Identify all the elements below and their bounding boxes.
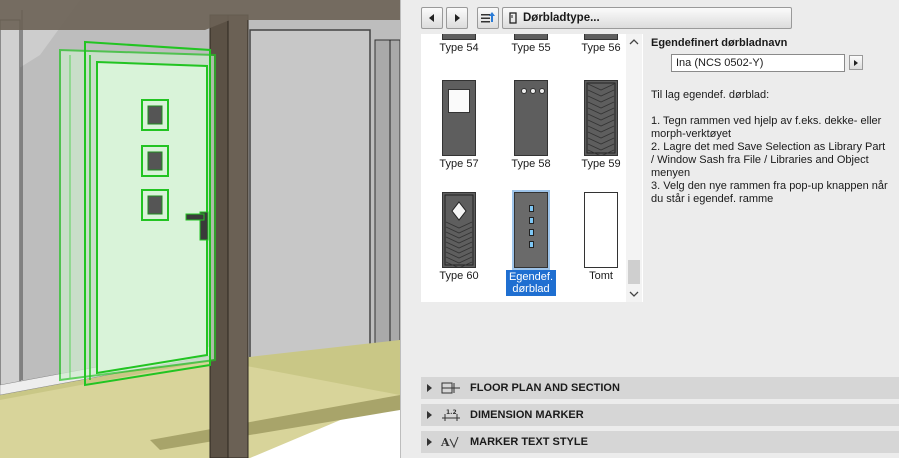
svg-text:A: A <box>440 436 450 449</box>
door-leaf-thumbnail[interactable]: Type 59 <box>567 80 635 170</box>
section-label: FLOOR PLAN AND SECTION <box>470 382 620 394</box>
door-leaf-thumbnail[interactable]: Type 58 <box>497 80 565 170</box>
door-leaf-preview <box>584 192 618 268</box>
section-floor-plan-and-section[interactable]: FLOOR PLAN AND SECTION <box>421 377 899 399</box>
door-leaf-preview <box>442 34 476 40</box>
door-leaf-label: Type 55 <box>511 42 551 54</box>
play-arrow-icon <box>854 59 858 66</box>
page-title: Dørbladtype... <box>523 11 600 24</box>
settings-list-icon <box>481 11 495 22</box>
door-leaf-preview <box>514 34 548 40</box>
door-leaf-thumbnail[interactable]: Type 60 <box>425 192 493 282</box>
custom-door-name-label: Egendefinert dørbladnavn <box>651 37 788 49</box>
custom-door-name-popup-button[interactable] <box>849 55 863 70</box>
section-marker-text-style[interactable]: A MARKER TEXT STYLE <box>421 431 899 453</box>
door-leaf-label: Type 60 <box>439 270 479 282</box>
3d-viewport[interactable] <box>0 0 400 458</box>
svg-text:1.2: 1.2 <box>446 409 457 416</box>
door-leaf-preview <box>514 80 548 156</box>
door-leaf-thumbnail[interactable]: Type 54 <box>425 34 493 54</box>
gallery-scrollbar[interactable] <box>626 34 642 302</box>
door-leaf-preview <box>442 80 476 156</box>
scroll-up-icon[interactable] <box>629 38 639 46</box>
door-leaf-thumbnail[interactable]: Type 55 <box>497 34 565 54</box>
expand-caret-icon[interactable] <box>427 438 432 446</box>
door-leaf-preview <box>512 190 550 270</box>
chevron-right-icon <box>455 13 460 22</box>
panel-toolbar: Dørbladtype... <box>421 6 792 29</box>
instructions-text: Til lag egendef. dørblad: 1. Tegn rammen… <box>651 89 888 205</box>
door-leaf-preview <box>584 80 618 156</box>
door-leaf-icon <box>509 11 517 24</box>
previous-page-button[interactable] <box>421 6 443 29</box>
page-selector[interactable]: Dørbladtype... <box>502 6 792 29</box>
expand-caret-icon[interactable] <box>427 384 432 392</box>
door-leaf-thumbnail[interactable]: Type 56 <box>567 34 635 54</box>
door-leaf-label: Type 58 <box>511 158 551 170</box>
door-leaf-gallery: Type 54 Type 55 Type 56 Type 57 Type 58 Type … <box>421 34 643 302</box>
door-leaf-label: Egendef. dørblad <box>505 270 557 296</box>
chevron-left-icon <box>429 13 434 22</box>
door-leaf-thumbnail-selected[interactable]: Egendef. dørblad <box>497 190 565 296</box>
door-leaf-thumbnail[interactable]: Type 57 <box>425 80 493 170</box>
floor-plan-section-icon <box>441 382 460 394</box>
settings-list-button[interactable] <box>477 6 499 29</box>
3d-scene <box>0 0 400 458</box>
door-leaf-label: Type 54 <box>439 42 479 54</box>
door-leaf-preview <box>442 192 476 268</box>
expand-caret-icon[interactable] <box>427 411 432 419</box>
door-leaf-label: Type 59 <box>581 158 621 170</box>
door-settings-panel: Dørbladtype... Type 54 Type 55 Type 56 Type… <box>400 0 899 458</box>
door-leaf-label: Tomt <box>589 270 613 282</box>
scroll-down-icon[interactable] <box>629 290 639 298</box>
custom-door-name-field[interactable]: Ina (NCS 0502-Y) <box>671 54 845 72</box>
door-leaf-label: Type 56 <box>581 42 621 54</box>
door-leaf-label: Type 57 <box>439 158 479 170</box>
door-leaf-preview <box>584 34 618 40</box>
dimension-marker-icon: 1.2 <box>442 409 460 421</box>
section-label: DIMENSION MARKER <box>470 409 584 421</box>
next-page-button[interactable] <box>446 6 468 29</box>
section-dimension-marker[interactable]: 1.2 DIMENSION MARKER <box>421 404 899 426</box>
section-label: MARKER TEXT STYLE <box>470 436 588 448</box>
marker-text-style-icon: A <box>440 436 459 449</box>
scrollbar-thumb[interactable] <box>628 260 640 284</box>
door-leaf-thumbnail[interactable]: Tomt <box>567 192 635 282</box>
